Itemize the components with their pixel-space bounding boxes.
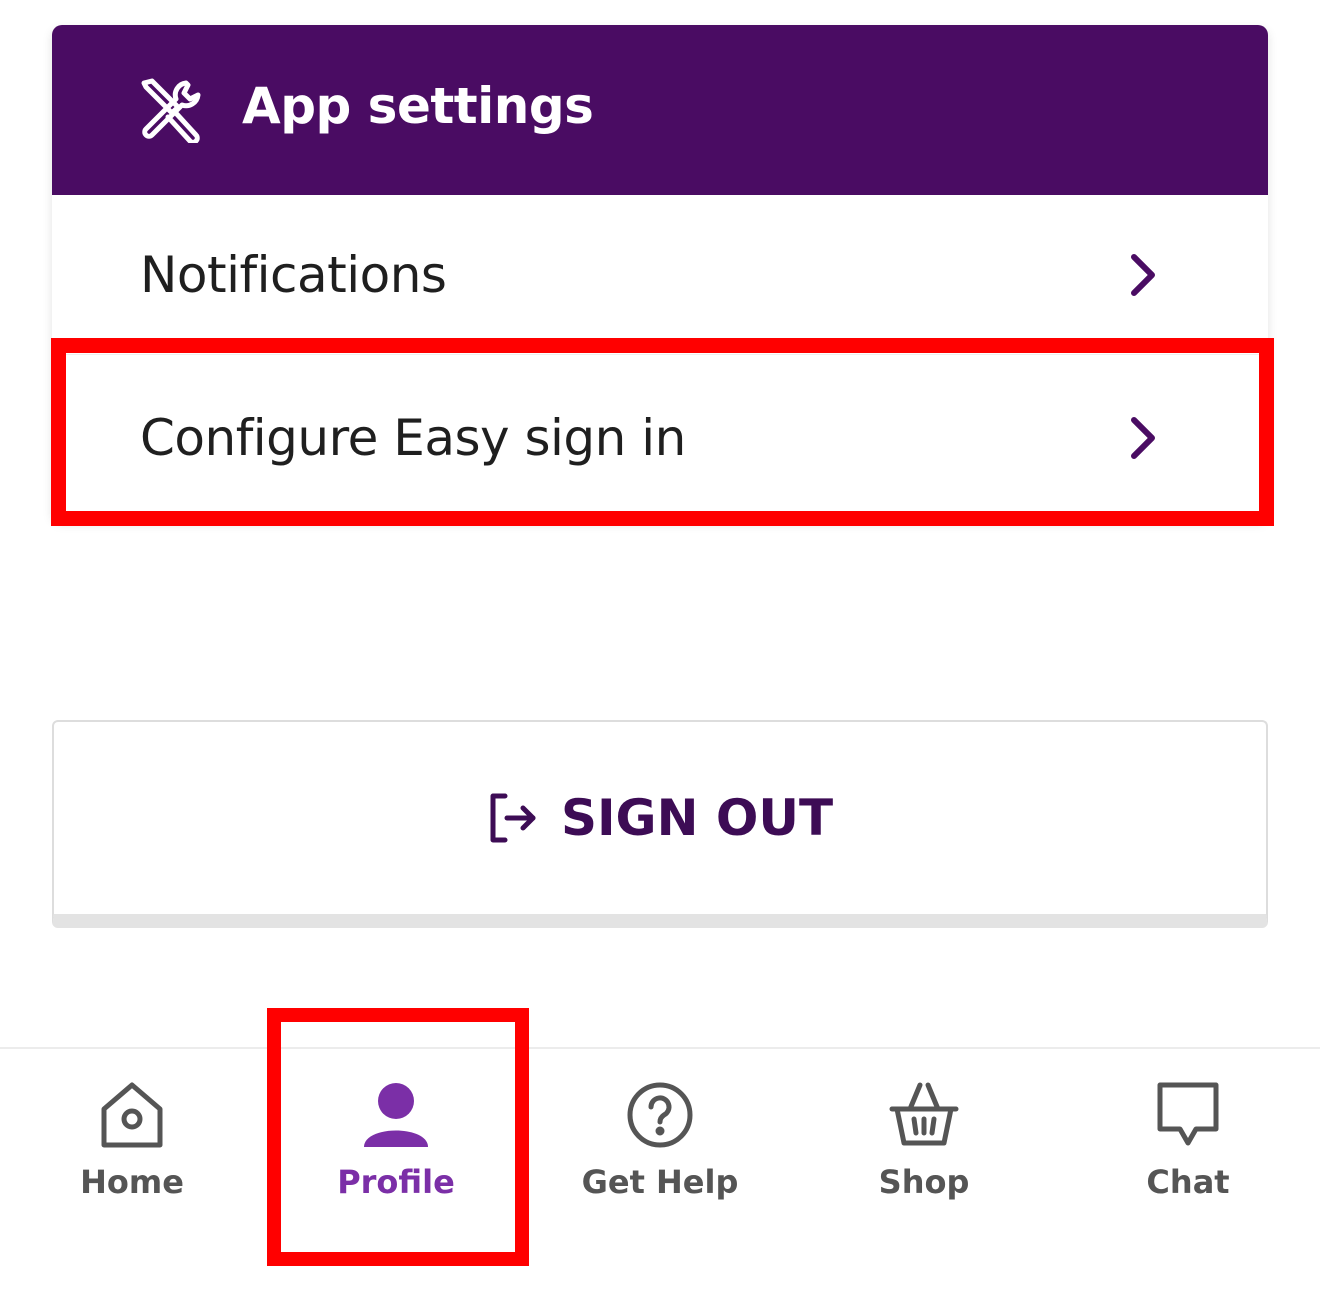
app-settings-title: App settings: [242, 77, 594, 135]
nav-profile[interactable]: Profile: [296, 1079, 496, 1219]
sign-out-button[interactable]: SIGN OUT: [52, 720, 1268, 928]
tools-icon: [141, 78, 201, 143]
notifications-label: Notifications: [140, 245, 447, 304]
basket-icon: [889, 1082, 959, 1146]
bottom-navigation: Home Profile Get Help Shop Chat: [0, 1047, 1320, 1304]
app-settings-header: App settings: [52, 25, 1268, 195]
sign-out-icon: [490, 793, 536, 843]
nav-home[interactable]: Home: [32, 1079, 232, 1219]
help-icon: [627, 1082, 693, 1148]
chat-icon: [1157, 1082, 1219, 1146]
app-settings-card: App settings Notifications Configure Eas…: [52, 25, 1268, 520]
nav-chat-label: Chat: [1146, 1163, 1230, 1201]
profile-icon: [364, 1083, 428, 1147]
settings-row-configure-easy-sign-in[interactable]: Configure Easy sign in: [52, 355, 1268, 520]
home-icon: [101, 1082, 163, 1148]
nav-shop[interactable]: Shop: [824, 1079, 1024, 1219]
chevron-right-icon: [1131, 416, 1155, 459]
nav-shop-label: Shop: [878, 1163, 970, 1201]
nav-get-help-label: Get Help: [581, 1163, 739, 1201]
settings-row-notifications[interactable]: Notifications: [52, 195, 1268, 355]
chevron-right-icon: [1131, 253, 1155, 296]
nav-home-label: Home: [80, 1163, 184, 1201]
nav-profile-label: Profile: [337, 1163, 455, 1201]
nav-chat[interactable]: Chat: [1088, 1079, 1288, 1219]
nav-get-help[interactable]: Get Help: [560, 1079, 760, 1219]
sign-out-label: SIGN OUT: [560, 789, 834, 847]
configure-easy-sign-in-label: Configure Easy sign in: [140, 408, 686, 467]
